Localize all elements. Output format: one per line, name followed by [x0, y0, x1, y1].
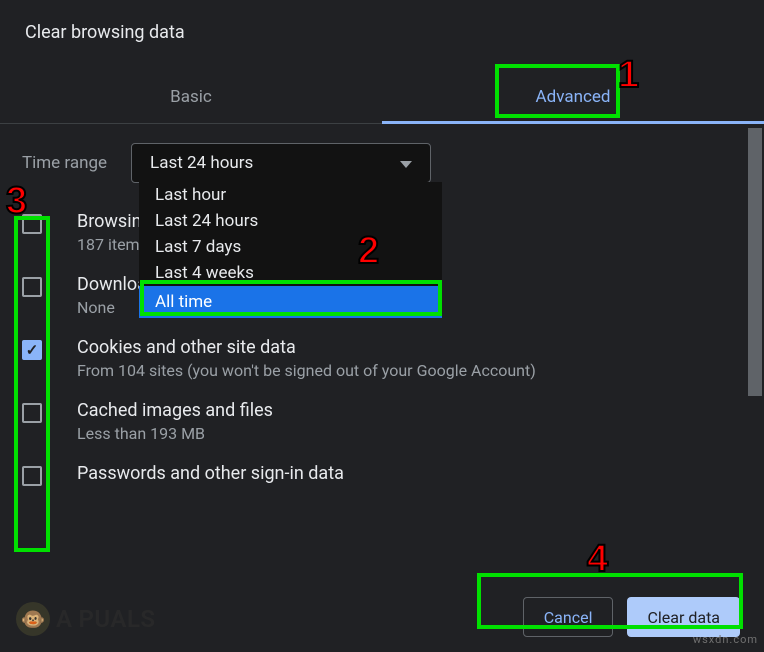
time-range-label: Time range	[22, 153, 107, 173]
item-title: Passwords and other sign-in data	[77, 463, 344, 484]
item-cached[interactable]: Cached images and files Less than 193 MB	[0, 390, 764, 453]
brand-icon: 🐵	[16, 602, 50, 636]
option-last-24-hours[interactable]: Last 24 hours	[139, 208, 442, 234]
checkbox-passwords[interactable]	[22, 466, 42, 486]
item-cookies[interactable]: ✓ Cookies and other site data From 104 s…	[0, 327, 764, 390]
checkbox-browsing-history[interactable]	[22, 214, 42, 234]
option-last-hour[interactable]: Last hour	[139, 182, 442, 208]
clear-browsing-data-dialog: Clear browsing data Basic Advanced Time …	[0, 0, 764, 652]
chevron-down-icon	[400, 161, 412, 168]
brand-logo: 🐵 A PUALS	[16, 602, 156, 636]
item-subtitle: From 104 sites (you won't be signed out …	[77, 361, 536, 380]
time-range-row: Time range Last 24 hours	[0, 118, 764, 183]
brand-text-2: PUALS	[79, 605, 156, 633]
time-range-select[interactable]: Last 24 hours	[131, 143, 431, 183]
time-range-options: Last hour Last 24 hours Last 7 days Last…	[139, 182, 442, 318]
item-passwords[interactable]: Passwords and other sign-in data	[0, 453, 764, 496]
time-range-value: Last 24 hours	[150, 153, 253, 173]
tabs: Basic Advanced	[0, 73, 764, 124]
dialog-title: Clear browsing data	[0, 0, 764, 43]
clear-data-button[interactable]: Clear data	[627, 597, 740, 637]
item-title: Cookies and other site data	[77, 337, 536, 358]
tab-basic[interactable]: Basic	[0, 73, 382, 123]
checkbox-cookies[interactable]: ✓	[22, 340, 42, 360]
option-last-7-days[interactable]: Last 7 days	[139, 234, 442, 260]
tab-advanced[interactable]: Advanced	[382, 73, 764, 124]
brand-text: A	[56, 605, 73, 633]
item-subtitle: Less than 193 MB	[77, 424, 273, 443]
item-title: Cached images and files	[77, 400, 273, 421]
option-all-time[interactable]: All time	[139, 286, 442, 318]
checkbox-download-history[interactable]	[22, 277, 42, 297]
option-last-4-weeks[interactable]: Last 4 weeks	[139, 260, 442, 286]
watermark: wsxdn.com	[693, 633, 758, 646]
cancel-button[interactable]: Cancel	[523, 597, 614, 637]
checkbox-cached[interactable]	[22, 403, 42, 423]
